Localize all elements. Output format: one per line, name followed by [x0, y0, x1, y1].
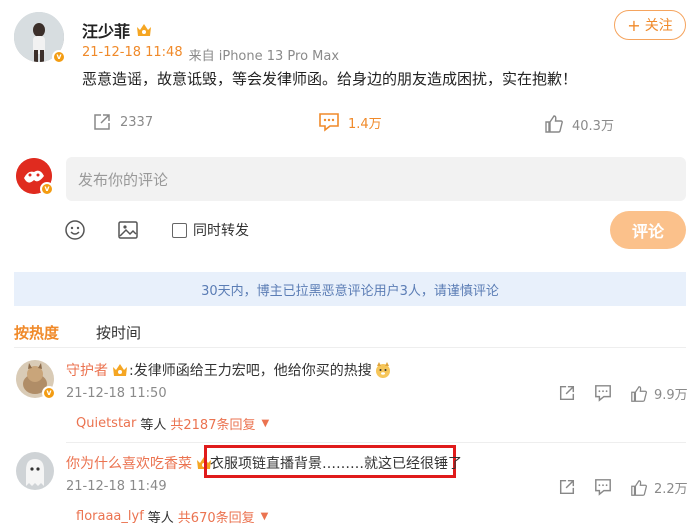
user-verified-badge-icon: v — [40, 182, 54, 196]
like-count: 40.3万 — [572, 118, 614, 134]
share-icon[interactable] — [558, 478, 576, 496]
comment-username[interactable]: 你为什么喜欢吃香菜 — [66, 453, 192, 473]
thumbs-up-icon — [631, 385, 648, 402]
comment-timestamp: 21-12-18 11:50 — [66, 386, 167, 401]
reply-username[interactable]: floraaa_lyf — [76, 509, 144, 524]
chevron-down-icon[interactable]: ▼ — [261, 418, 269, 429]
thumbs-up-icon — [545, 115, 563, 133]
comment-avatar[interactable] — [16, 452, 54, 490]
chevron-down-icon[interactable]: ▼ — [261, 511, 269, 522]
tab-by-popularity[interactable]: 按热度 — [14, 322, 59, 343]
commenter-verified-badge-icon: v — [42, 386, 56, 400]
comment-divider — [66, 442, 686, 443]
reply-icon[interactable] — [594, 478, 612, 496]
like-button[interactable]: 40.3万 — [544, 114, 614, 134]
comment-count: 1.4万 — [348, 116, 382, 132]
comment-like-count: 9.9万 — [654, 388, 688, 403]
verified-badge-icon: v — [52, 50, 66, 64]
tab-by-time[interactable]: 按时间 — [96, 322, 141, 343]
post-source: 来自 iPhone 13 Pro Max — [188, 49, 340, 64]
blocked-users-notice: 30天内，博主已拉黑恶意评论用户3人，请谨慎评论 — [14, 272, 686, 306]
reply-icon[interactable] — [594, 384, 612, 402]
author-name[interactable]: 汪少菲 — [82, 18, 130, 42]
follow-button[interactable]: + 关注 — [614, 10, 686, 40]
comment-input[interactable]: 发布你的评论 — [66, 157, 686, 201]
comment-icon — [319, 113, 339, 132]
reply-count[interactable]: 共2187条回复 — [170, 414, 255, 433]
tabs-divider — [14, 347, 686, 348]
reply-username[interactable]: Quietstar — [76, 416, 136, 431]
comment-button[interactable]: 1.4万 — [318, 112, 382, 132]
post-timestamp[interactable]: 21-12-18 11:48 — [82, 45, 183, 64]
comment-like-button[interactable]: 2.2万 — [630, 478, 688, 497]
plus-icon: + — [627, 15, 641, 35]
repost-count: 2337 — [120, 114, 154, 130]
comment-username[interactable]: 守护者 — [66, 360, 108, 380]
vip-crown-icon — [113, 364, 127, 376]
comment-text: 衣服项链直播背景………就这已经很锤了 — [210, 456, 462, 472]
comment-timestamp: 21-12-18 11:49 — [66, 479, 167, 494]
submit-comment-button[interactable]: 评论 — [610, 211, 686, 249]
post-content: 恶意造谣，故意诋毁，等会发律师函。给身边的朋友造成困扰，实在抱歉！ — [82, 70, 578, 88]
dog-emoji-icon — [375, 362, 390, 378]
reply-count[interactable]: 共670条回复 — [178, 507, 255, 526]
image-icon[interactable] — [117, 219, 139, 241]
reply-mid-text: 等人 — [140, 418, 167, 433]
comment-like-button[interactable]: 9.9万 — [630, 384, 688, 403]
share-icon[interactable] — [558, 384, 576, 402]
comment-like-count: 2.2万 — [654, 482, 688, 497]
replies-summary[interactable]: floraaa_lyf 等人 共670条回复 ▼ — [76, 507, 268, 526]
repost-button[interactable]: 2337 — [92, 112, 153, 132]
share-icon — [94, 114, 110, 130]
checkbox-box[interactable] — [172, 222, 187, 238]
replies-summary[interactable]: Quietstar 等人 共2187条回复 ▼ — [76, 414, 269, 433]
emoji-icon[interactable] — [64, 219, 86, 241]
vip-crown-icon — [137, 24, 152, 36]
comment-body: 你为什么喜欢吃香菜 — [66, 453, 214, 473]
ghost-avatar-icon — [16, 452, 54, 490]
reply-mid-text: 等人 — [147, 511, 174, 526]
comment-body: 守护者 :发律师函给王力宏吧，他给你买的热搜 — [66, 360, 392, 380]
comment-text: :发律师函给王力宏吧，他给你买的热搜 — [129, 363, 372, 379]
thumbs-up-icon — [631, 479, 648, 496]
repost-checkbox[interactable]: 同时转发 — [172, 220, 249, 240]
